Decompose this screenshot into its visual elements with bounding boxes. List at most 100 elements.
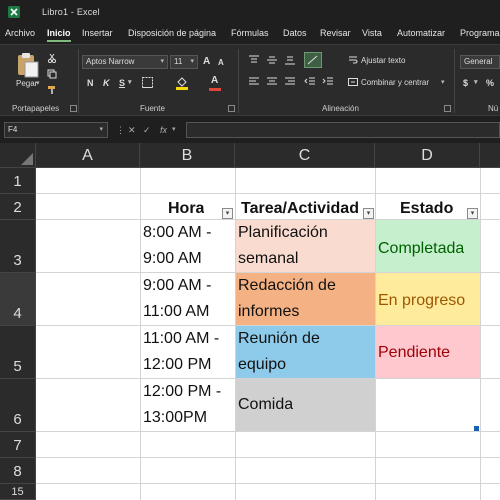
currency-button[interactable]: $: [463, 77, 468, 89]
copy-icon[interactable]: [47, 69, 57, 81]
merge-center-icon[interactable]: [348, 77, 358, 89]
column-header-a[interactable]: A: [36, 143, 140, 168]
row-header-1[interactable]: 1: [0, 168, 36, 194]
row-header-5[interactable]: 5: [0, 326, 36, 379]
merge-chevron-icon[interactable]: ▾: [441, 78, 445, 86]
orientation-button[interactable]: [304, 52, 322, 68]
row-header-7[interactable]: 7: [0, 432, 36, 458]
header-estado[interactable]: Estado: [400, 196, 453, 222]
column-header-e[interactable]: [480, 143, 500, 168]
cell-d5-status[interactable]: Pendiente: [378, 340, 450, 366]
fx-chevron-icon[interactable]: ▾: [172, 122, 176, 138]
tab-formulas[interactable]: Fórmulas: [231, 28, 269, 38]
column-header-d[interactable]: D: [375, 143, 480, 168]
cell-b4-line1[interactable]: 9:00 AM -: [143, 273, 211, 299]
underline-chevron-icon[interactable]: ▾: [128, 77, 132, 89]
paste-label[interactable]: Pegar: [16, 79, 37, 88]
chevron-down-icon: ▾: [99, 126, 103, 133]
header-tarea[interactable]: Tarea/Actividad: [241, 196, 364, 222]
row-header-2[interactable]: 2: [0, 194, 36, 220]
filter-dropdown-icon[interactable]: ▾: [363, 208, 374, 219]
cell-d3-status[interactable]: Completada: [378, 236, 464, 262]
wrap-text-button[interactable]: Ajustar texto: [361, 56, 405, 65]
tab-datos[interactable]: Datos: [283, 28, 307, 38]
alignment-group-label: Alineación: [322, 104, 359, 113]
row-header-8[interactable]: 8: [0, 458, 36, 484]
underline-button[interactable]: S: [119, 77, 125, 89]
spreadsheet-grid[interactable]: A B C D 1 2 3 4 5 6 7 8 15 Hora ▾ Tarea/…: [0, 143, 500, 500]
formula-input[interactable]: [186, 122, 500, 138]
cell-b4-line2[interactable]: 11:00 AM: [143, 299, 209, 325]
cell-b5-line1[interactable]: 11:00 AM -: [143, 326, 219, 352]
select-all-button[interactable]: [0, 143, 36, 168]
align-top-icon[interactable]: [248, 55, 260, 67]
italic-button[interactable]: K: [103, 77, 110, 89]
cell-b3-line2[interactable]: 9:00 AM: [143, 246, 202, 272]
column-header-b[interactable]: B: [140, 143, 235, 168]
row-header-4[interactable]: 4: [0, 273, 36, 326]
row-header-3[interactable]: 3: [0, 220, 36, 273]
borders-icon[interactable]: [142, 77, 153, 90]
insert-function-button[interactable]: fx: [160, 122, 167, 138]
merge-center-button[interactable]: Combinar y centrar: [361, 78, 429, 87]
align-bottom-icon[interactable]: [284, 55, 296, 67]
percent-button[interactable]: %: [486, 77, 494, 89]
shrink-font-button[interactable]: A: [218, 57, 224, 69]
cut-icon[interactable]: [47, 53, 57, 65]
tab-programador[interactable]: Programa: [460, 28, 500, 38]
align-center-icon[interactable]: [266, 77, 278, 89]
fill-color-icon[interactable]: [176, 76, 188, 92]
cell-c3-line1[interactable]: Planificación: [238, 220, 328, 246]
cell-b6-line2[interactable]: 13:00PM: [143, 405, 207, 431]
cell-b5-line2[interactable]: 12:00 PM: [143, 352, 211, 378]
cell-b6-line1[interactable]: 12:00 PM -: [143, 379, 221, 405]
tab-inicio[interactable]: Inicio: [47, 28, 71, 42]
filter-dropdown-icon[interactable]: ▾: [222, 208, 233, 219]
header-hora[interactable]: Hora: [168, 196, 204, 222]
paste-button[interactable]: [14, 51, 40, 81]
filter-dropdown-icon[interactable]: ▾: [467, 208, 478, 219]
tab-archivo[interactable]: Archivo: [5, 28, 35, 38]
decrease-indent-icon[interactable]: [304, 77, 316, 89]
font-color-button[interactable]: A: [211, 75, 218, 86]
currency-chevron-icon[interactable]: ▾: [474, 77, 478, 89]
tab-disposicion[interactable]: Disposición de página: [128, 28, 216, 38]
row-header-15[interactable]: 15: [0, 484, 36, 500]
cell-c5-line2[interactable]: equipo: [238, 352, 286, 378]
align-left-icon[interactable]: [248, 77, 260, 89]
fill-handle[interactable]: [474, 426, 479, 431]
align-right-icon[interactable]: [284, 77, 296, 89]
wrap-text-icon[interactable]: [348, 55, 358, 67]
cell-d4-status[interactable]: En progreso: [378, 288, 465, 314]
more-options-icon[interactable]: ⋮: [116, 122, 125, 138]
window-title: Libro1 - Excel: [42, 7, 100, 17]
cell-c4-line1[interactable]: Redacción de: [238, 273, 336, 299]
tab-vista[interactable]: Vista: [362, 28, 382, 38]
cell-c3-line2[interactable]: semanal: [238, 246, 298, 272]
format-painter-icon[interactable]: [47, 85, 57, 97]
increase-indent-icon[interactable]: [322, 77, 334, 89]
cell-c5-line1[interactable]: Reunión de: [238, 326, 320, 352]
confirm-icon[interactable]: ✓: [143, 122, 151, 138]
grow-font-button[interactable]: A: [203, 56, 210, 68]
gridline: [36, 431, 500, 432]
clipboard-launcher-icon[interactable]: [70, 105, 77, 112]
font-name-select[interactable]: Aptos Narrow ▾: [82, 55, 168, 69]
tab-automatizar[interactable]: Automatizar: [397, 28, 445, 38]
column-header-c[interactable]: C: [235, 143, 375, 168]
font-launcher-icon[interactable]: [228, 105, 235, 112]
tab-insertar[interactable]: Insertar: [82, 28, 113, 38]
alignment-launcher-icon[interactable]: [444, 105, 451, 112]
cell-c6-line1[interactable]: Comida: [238, 392, 293, 418]
name-box[interactable]: F4 ▾: [4, 122, 108, 138]
align-middle-icon[interactable]: [266, 55, 278, 67]
paste-chevron-icon[interactable]: ▾: [36, 79, 40, 87]
number-format-select[interactable]: General: [460, 55, 500, 69]
row-header-6[interactable]: 6: [0, 379, 36, 432]
bold-button[interactable]: N: [87, 77, 94, 89]
cancel-icon[interactable]: ✕: [128, 122, 136, 138]
cell-b3-line1[interactable]: 8:00 AM -: [143, 220, 211, 246]
tab-revisar[interactable]: Revisar: [320, 28, 351, 38]
font-size-select[interactable]: 11 ▾: [170, 55, 198, 69]
cell-c4-line2[interactable]: informes: [238, 299, 299, 325]
